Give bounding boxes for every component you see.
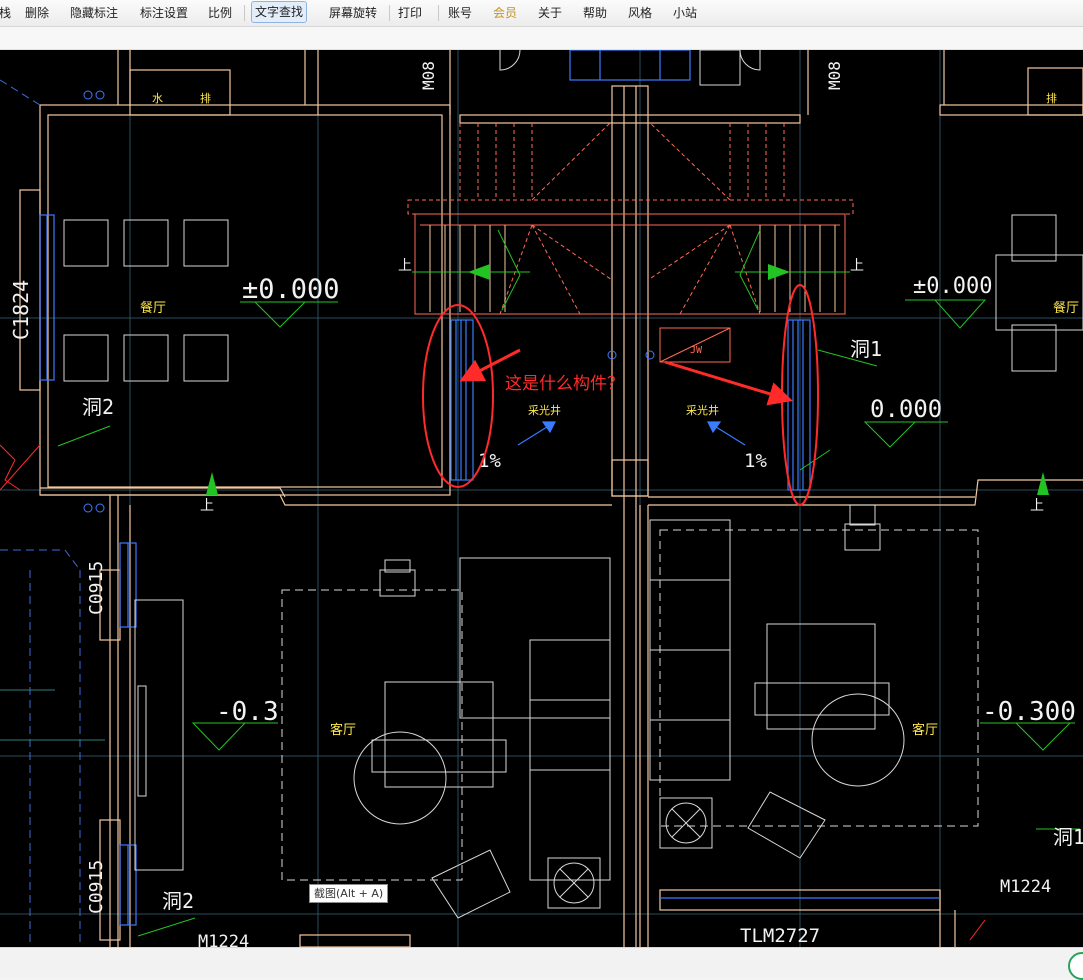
up-label: 上 bbox=[850, 258, 864, 274]
room-label: 餐厅 bbox=[140, 300, 166, 316]
elevation-label: -0.300 bbox=[982, 697, 1076, 727]
print-button[interactable]: 打印 bbox=[395, 3, 425, 23]
door-label: M08 bbox=[825, 61, 844, 90]
annotation-settings-button[interactable]: 标注设置 bbox=[137, 3, 191, 23]
help-button[interactable]: 帮助 bbox=[580, 3, 610, 23]
window-label: C1824 bbox=[9, 280, 33, 340]
furniture bbox=[63, 50, 1083, 919]
text-search-button[interactable]: 文字查找 bbox=[251, 1, 308, 23]
room-label: 餐厅 bbox=[1053, 300, 1079, 316]
site-button[interactable]: 小站 bbox=[670, 3, 700, 23]
toolbar-separator bbox=[244, 5, 245, 21]
scale-button[interactable]: 比例 bbox=[205, 3, 235, 23]
fixture-label: 排 bbox=[1046, 91, 1057, 105]
screenshot-tooltip: 截图(Alt + A) bbox=[309, 884, 389, 903]
fixture-label: 排 bbox=[200, 91, 211, 105]
question-text: 这是什么构件？ bbox=[505, 374, 624, 394]
screen-rotate-button[interactable]: 屏幕旋转 bbox=[326, 3, 380, 23]
hole-label: 洞2 bbox=[82, 395, 114, 419]
elevation-label: -0.3 bbox=[216, 697, 279, 727]
toolbar-separator bbox=[389, 5, 390, 21]
pipe-markers bbox=[83, 90, 655, 513]
sub-toolbar bbox=[0, 27, 1083, 50]
hole-label: 洞2 bbox=[162, 889, 194, 913]
elevation-label: ±0.000 bbox=[913, 274, 992, 299]
door-label: M1224 bbox=[1000, 877, 1051, 897]
toolbar-separator bbox=[438, 5, 439, 21]
axis-grid bbox=[0, 50, 1083, 947]
room-label: 客厅 bbox=[912, 722, 938, 738]
equipment-label: JW bbox=[690, 345, 703, 356]
hide-annotations-button[interactable]: 隐藏标注 bbox=[67, 3, 121, 23]
status-bar bbox=[0, 947, 1083, 978]
drawing-labels: ±0.000 ±0.000 0.000 -0.3 -0.300 C1824 C0… bbox=[9, 61, 1083, 947]
walls bbox=[19, 50, 1083, 947]
up-label: 上 bbox=[1030, 498, 1044, 514]
cad-drawing: ±0.000 ±0.000 0.000 -0.3 -0.300 C1824 C0… bbox=[0, 50, 1083, 947]
door-label: M08 bbox=[419, 61, 438, 90]
arrow-right bbox=[664, 360, 793, 406]
about-button[interactable]: 关于 bbox=[535, 3, 565, 23]
toolbar-item-0[interactable]: 栈 bbox=[0, 3, 14, 23]
vip-button[interactable]: 会员 bbox=[490, 3, 520, 23]
delete-button[interactable]: 删除 bbox=[22, 3, 52, 23]
lightwell-label: 采光井 bbox=[528, 403, 561, 417]
drawing-canvas[interactable]: ±0.000 ±0.000 0.000 -0.3 -0.300 C1824 C0… bbox=[0, 50, 1083, 947]
slope-label: 1% bbox=[744, 450, 767, 472]
lightwell-label: 采光井 bbox=[686, 403, 719, 417]
hole-label: 洞1 bbox=[850, 337, 882, 361]
toolbar: 栈 删除 隐藏标注 标注设置 比例 文字查找 屏幕旋转 打印 账号 会员 关于 … bbox=[0, 0, 1083, 27]
account-button[interactable]: 账号 bbox=[445, 3, 475, 23]
room-label: 客厅 bbox=[330, 722, 356, 738]
hole-label: 洞1 bbox=[1053, 825, 1083, 849]
window-label: C0915 bbox=[86, 561, 107, 615]
up-label: 上 bbox=[200, 498, 214, 514]
hatch-lines bbox=[0, 689, 105, 741]
lightwell-arrows bbox=[517, 421, 746, 446]
style-button[interactable]: 风格 bbox=[625, 3, 655, 23]
door-label: M1224 bbox=[198, 932, 249, 947]
door-label: TLM2727 bbox=[740, 925, 820, 947]
elevation-label: 0.000 bbox=[870, 395, 942, 423]
elevation-label: ±0.000 bbox=[242, 274, 340, 305]
up-label: 上 bbox=[398, 258, 412, 274]
window-label: C0915 bbox=[86, 860, 107, 914]
fixture-label: 水 bbox=[152, 92, 163, 105]
